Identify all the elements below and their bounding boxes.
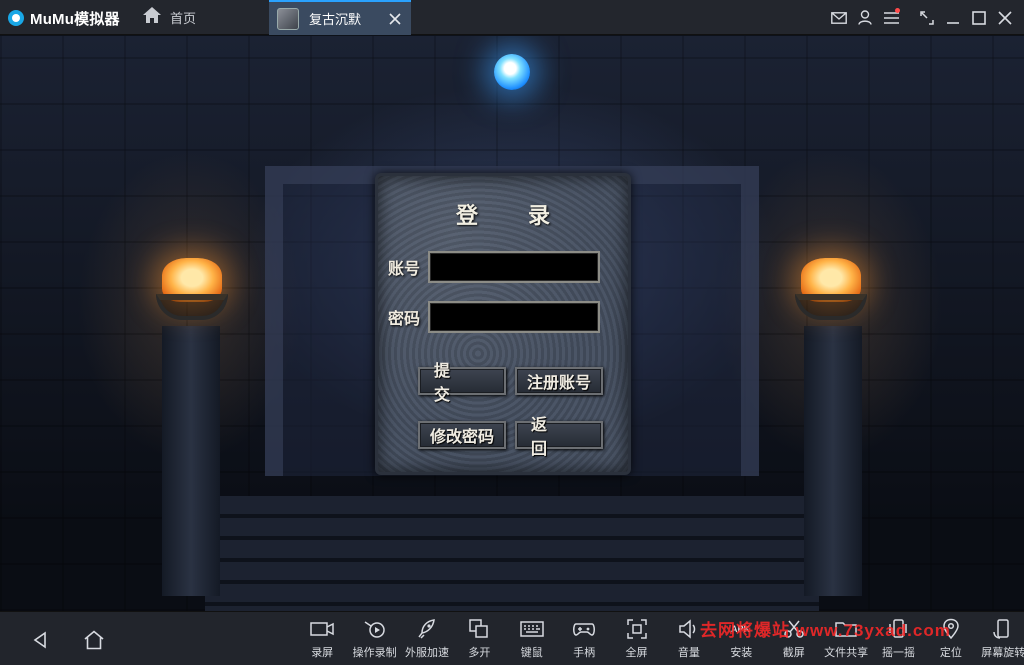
tool-keyboard-mouse[interactable]: 键鼠 bbox=[506, 612, 558, 665]
right-pillar bbox=[804, 326, 862, 596]
tool-fullscreen[interactable]: 全屏 bbox=[610, 612, 662, 665]
video-icon bbox=[310, 622, 334, 636]
tool-record-screen[interactable]: 录屏 bbox=[296, 612, 348, 665]
volume-icon bbox=[679, 619, 696, 639]
tab-game[interactable]: 复古沉默 bbox=[269, 0, 411, 35]
close-window-icon[interactable] bbox=[992, 0, 1018, 35]
password-row: 密码 bbox=[388, 300, 624, 334]
tab-home-label: 首页 bbox=[170, 11, 197, 26]
app-brand: MuMu模拟器 bbox=[8, 7, 120, 29]
account-input[interactable] bbox=[428, 251, 600, 283]
macro-record-icon bbox=[364, 621, 385, 638]
app-name: MuMu模拟器 bbox=[30, 10, 120, 28]
login-title: 登 录 bbox=[455, 203, 573, 228]
keyboard-icon bbox=[520, 621, 544, 637]
left-brazier-icon bbox=[156, 258, 228, 324]
password-input[interactable] bbox=[428, 301, 600, 333]
tab-close-icon[interactable] bbox=[383, 7, 407, 31]
menu-icon[interactable] bbox=[878, 0, 904, 35]
user-icon[interactable] bbox=[852, 0, 878, 35]
password-label: 密码 bbox=[388, 311, 421, 328]
rotate-icon bbox=[993, 619, 1010, 639]
tool-volume[interactable]: 音量 bbox=[663, 612, 715, 665]
location-icon bbox=[943, 618, 959, 640]
multi-instance-icon bbox=[469, 619, 489, 638]
toolbar-tools: 录屏 操作录制 外服加速 多开 键鼠 手柄 全屏 音量 APK 安装 截屏 文件… bbox=[296, 612, 1024, 665]
bottom-toolbar: 录屏 操作录制 外服加速 多开 键鼠 手柄 全屏 音量 APK 安装 截屏 文件… bbox=[0, 611, 1024, 665]
tab-home[interactable]: 首页 bbox=[134, 0, 204, 35]
tool-macro-record[interactable]: 操作录制 bbox=[348, 612, 400, 665]
tool-rotate-screen[interactable]: 屏幕旋转 bbox=[977, 612, 1024, 665]
rocket-icon bbox=[418, 619, 435, 639]
mumu-logo-icon bbox=[8, 10, 24, 26]
account-row: 账号 bbox=[388, 250, 624, 284]
account-label: 账号 bbox=[388, 261, 421, 278]
tool-file-share[interactable]: 文件共享 bbox=[820, 612, 872, 665]
submit-button[interactable]: 提 交 bbox=[418, 363, 506, 404]
emulator-window: MuMu模拟器 首页 复古沉默 登 录 账号 密码 提 交 注册账号 修改密码 … bbox=[0, 0, 1024, 665]
temple-stairs bbox=[205, 496, 819, 611]
home-icon bbox=[142, 6, 162, 29]
game-thumbnail-icon bbox=[277, 7, 299, 30]
shake-icon bbox=[889, 619, 908, 638]
folder-icon bbox=[835, 622, 857, 637]
minimize-icon[interactable] bbox=[940, 0, 966, 35]
gamepad-icon bbox=[573, 623, 596, 636]
home-nav-icon[interactable] bbox=[80, 626, 108, 654]
tool-gamepad[interactable]: 手柄 bbox=[558, 612, 610, 665]
login-panel: 登 录 账号 密码 提 交 注册账号 修改密码 返 回 bbox=[375, 173, 631, 475]
back-button[interactable]: 返 回 bbox=[515, 417, 603, 458]
title-bar: MuMu模拟器 首页 复古沉默 bbox=[0, 0, 1024, 35]
tool-location[interactable]: 定位 bbox=[925, 612, 977, 665]
svg-text:APK: APK bbox=[731, 624, 751, 634]
tool-shake[interactable]: 摇一摇 bbox=[872, 612, 924, 665]
tool-overseas-accel[interactable]: 外服加速 bbox=[401, 612, 453, 665]
maximize-icon[interactable] bbox=[966, 0, 992, 35]
notification-dot bbox=[895, 8, 900, 13]
tool-screenshot[interactable]: 截屏 bbox=[768, 612, 820, 665]
right-brazier-icon bbox=[795, 258, 867, 324]
apk-icon: APK bbox=[731, 624, 751, 634]
tab-game-label: 复古沉默 bbox=[309, 12, 362, 27]
back-nav-icon[interactable] bbox=[26, 626, 54, 654]
mail-icon[interactable] bbox=[826, 0, 852, 35]
tool-install-apk[interactable]: APK 安装 bbox=[715, 612, 767, 665]
register-account-button[interactable]: 注册账号 bbox=[515, 367, 603, 395]
fullscreen-icon bbox=[626, 619, 647, 639]
window-controls bbox=[826, 0, 1018, 35]
tool-multi-instance[interactable]: 多开 bbox=[453, 612, 505, 665]
scissors-icon bbox=[783, 620, 804, 638]
mini-window-icon[interactable] bbox=[914, 0, 940, 35]
glowing-orb-icon bbox=[494, 54, 530, 90]
change-password-button[interactable]: 修改密码 bbox=[418, 421, 506, 449]
left-pillar bbox=[162, 326, 220, 596]
game-viewport[interactable]: 登 录 账号 密码 提 交 注册账号 修改密码 返 回 bbox=[0, 36, 1024, 611]
